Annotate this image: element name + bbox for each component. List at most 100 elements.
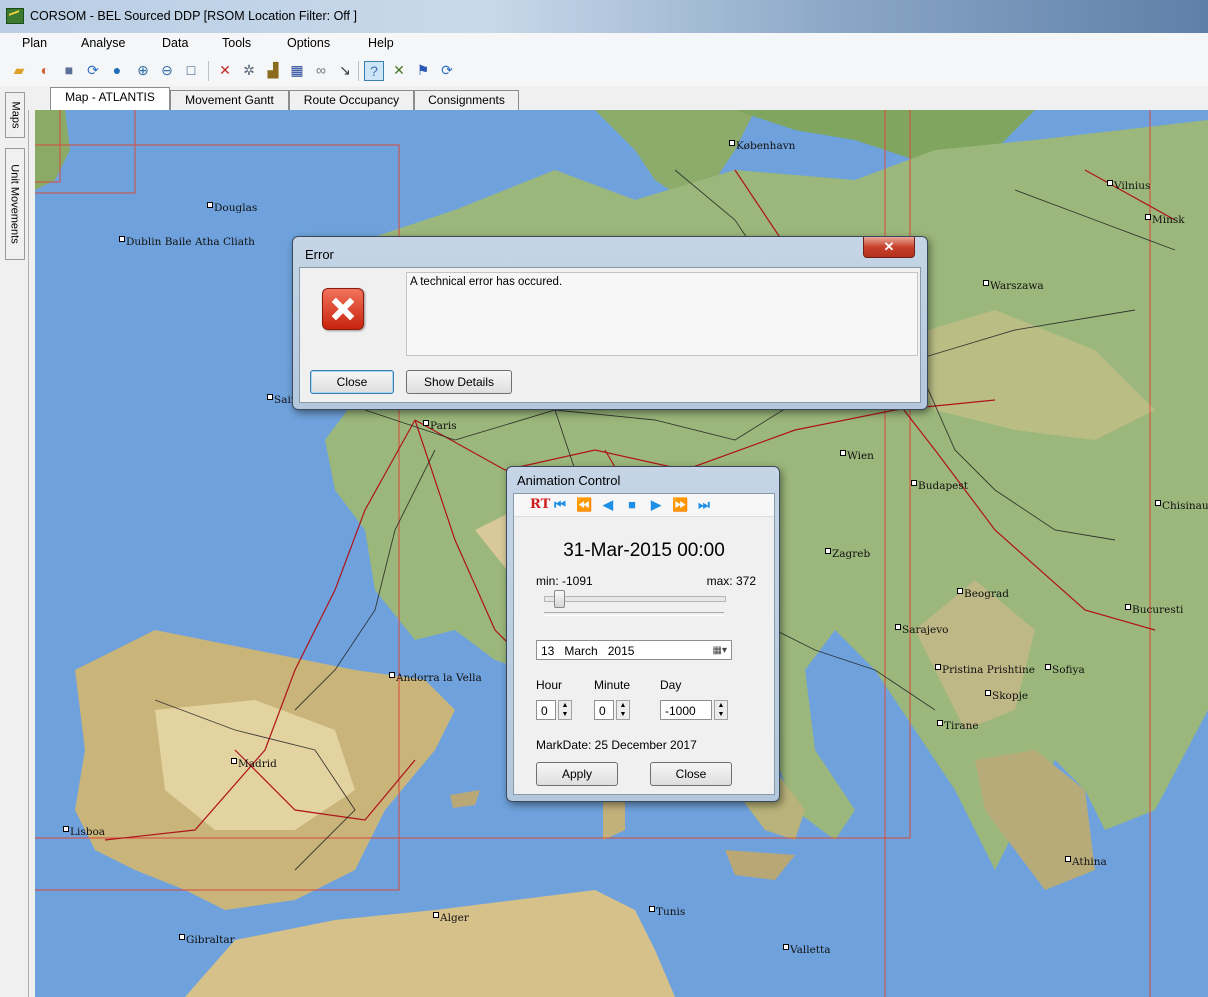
day-input[interactable]: -1000 [660, 700, 712, 720]
window-title: CORSOM - BEL Sourced DDP [RSOM Location … [30, 9, 357, 23]
open-folder-icon[interactable]: ▰ [10, 61, 28, 79]
playback-controls: ⏮ ⏪ ◀ ■ ▶ ⏩ ⏭ [552, 497, 762, 513]
realtime-button[interactable]: RT [530, 497, 550, 512]
city-label: Pristina Prishtine [935, 664, 1035, 676]
date-picker[interactable]: 13 March 2015 ▦▾ [536, 640, 732, 660]
menu-bar: Plan Analyse Data Tools Options Help [0, 33, 1208, 53]
app-logo-icon [6, 8, 24, 24]
refresh-layers-icon[interactable]: ◐ [36, 61, 54, 79]
route-icon[interactable]: ✕ [216, 61, 234, 79]
skip-to-end-icon[interactable]: ⏭ [696, 497, 712, 513]
menu-tools[interactable]: Tools [222, 36, 251, 50]
error-message-box: A technical error has occured. [406, 272, 918, 356]
link-icon[interactable]: ∞ [312, 61, 330, 79]
error-close-button[interactable]: Close [310, 370, 394, 394]
play-icon[interactable]: ▶ [648, 497, 664, 513]
refresh-icon[interactable]: ⟳ [438, 61, 456, 79]
zoom-in-icon[interactable]: ⊕ [134, 61, 152, 79]
side-tab-unit-movements-label: Unit Movements [9, 164, 22, 244]
menu-plan[interactable]: Plan [22, 36, 47, 50]
playback-toolbar: RT ⏮ ⏪ ◀ ■ ▶ ⏩ ⏭ [514, 494, 774, 517]
city-label: Bucuresti [1125, 604, 1183, 616]
minute-label: Minute [594, 678, 631, 692]
city-label: Athina [1065, 856, 1107, 868]
hour-input[interactable]: 0 [536, 700, 556, 720]
city-label: Budapest [911, 480, 968, 492]
city-label: Beograd [957, 588, 1009, 600]
date-year[interactable]: 2015 [608, 644, 635, 658]
depot-icon[interactable]: ▟ [264, 61, 282, 79]
markdate-label: MarkDate: 25 December 2017 [536, 738, 697, 752]
tools-icon[interactable]: ✕ [390, 61, 408, 79]
minute-input[interactable]: 0 [594, 700, 614, 720]
globe-icon[interactable]: ● [108, 61, 126, 79]
network-icon[interactable]: ▦ [288, 61, 306, 79]
fast-forward-icon[interactable]: ⏩ [672, 497, 688, 513]
day-stepper[interactable]: ▲ ▼ [714, 700, 728, 720]
menu-analyse[interactable]: Analyse [81, 36, 125, 50]
city-label: Vilnius [1107, 180, 1150, 192]
close-icon[interactable]: ✕ [863, 237, 915, 258]
animation-control-dialog: Animation Control RT ⏮ ⏪ ◀ ■ ▶ ⏩ ⏭ 31-Ma… [506, 466, 780, 802]
menu-options[interactable]: Options [287, 36, 330, 50]
city-label: Sofiya [1045, 664, 1085, 676]
apply-button[interactable]: Apply [536, 762, 618, 786]
error-message: A technical error has occured. [410, 276, 563, 288]
side-tab-maps-label: Maps [9, 101, 21, 129]
animation-control-title: Animation Control [517, 473, 621, 488]
error-dialog-title: Error [305, 247, 334, 262]
city-label: Minsk [1145, 214, 1185, 226]
tab-movement-gantt[interactable]: Movement Gantt [170, 90, 289, 110]
side-tab-maps[interactable]: Maps [5, 92, 25, 138]
identify-icon[interactable]: ? [364, 61, 384, 81]
search-network-icon[interactable]: ✲ [240, 61, 258, 79]
tab-route-occupancy[interactable]: Route Occupancy [289, 90, 414, 110]
city-label: Gibraltar [179, 934, 235, 946]
stop-icon[interactable]: ■ [624, 497, 640, 513]
city-label: Zagreb [825, 548, 870, 560]
sync-icon[interactable]: ⟳ [84, 61, 102, 79]
hour-label: Hour [536, 678, 563, 692]
time-slider-thumb[interactable] [554, 590, 565, 608]
slider-min-label: min: -1091 [536, 574, 593, 588]
tab-map-atlantis[interactable]: Map - ATLANTIS [50, 87, 170, 111]
date-month[interactable]: March [564, 644, 597, 658]
city-label: Tirane [937, 720, 979, 732]
calendar-dropdown-icon[interactable]: ▦▾ [713, 641, 727, 661]
error-icon [322, 288, 364, 330]
minute-stepper[interactable]: ▲ ▼ [616, 700, 630, 720]
city-label: Skopje [985, 690, 1028, 702]
slider-max-label: max: 372 [706, 574, 756, 588]
skip-to-start-icon[interactable]: ⏮ [552, 497, 568, 513]
slider-tick-line [544, 612, 724, 616]
date-day[interactable]: 13 [541, 644, 554, 658]
menu-help[interactable]: Help [368, 36, 394, 50]
flag-icon[interactable]: ⚑ [414, 61, 432, 79]
city-label: Dublin Baile Atha Cliath [119, 236, 255, 248]
side-tab-unit-movements[interactable]: Unit Movements [5, 148, 25, 260]
current-datetime: 31-Mar-2015 00:00 [563, 540, 725, 561]
city-label: Andorra la Vella [389, 672, 482, 684]
side-tab-strip: Maps Unit Movements [0, 86, 29, 997]
city-label: Chisinau [1155, 500, 1208, 512]
city-label: Wien [840, 450, 874, 462]
tab-consignments[interactable]: Consignments [414, 90, 519, 110]
city-label: Sarajevo [895, 624, 948, 636]
city-label: Madrid [231, 758, 277, 770]
select-rectangle-icon[interactable]: □ [182, 61, 200, 79]
city-label: København [729, 140, 795, 152]
hour-stepper[interactable]: ▲ ▼ [558, 700, 572, 720]
animation-close-button[interactable]: Close [650, 762, 732, 786]
fast-rewind-icon[interactable]: ⏪ [576, 497, 592, 513]
city-label: Paris [423, 420, 457, 432]
save-icon[interactable]: ■ [60, 61, 78, 79]
draw-line-icon[interactable]: ↘ [336, 61, 354, 79]
time-slider-track[interactable] [544, 590, 726, 608]
window-title-bar: CORSOM - BEL Sourced DDP [RSOM Location … [0, 0, 1208, 33]
error-dialog: Error ✕ A technical error has occured. C… [292, 236, 928, 410]
zoom-out-icon[interactable]: ⊖ [158, 61, 176, 79]
menu-data[interactable]: Data [162, 36, 188, 50]
city-label: Lisboa [63, 826, 105, 838]
step-back-icon[interactable]: ◀ [600, 497, 616, 513]
show-details-button[interactable]: Show Details [406, 370, 512, 394]
